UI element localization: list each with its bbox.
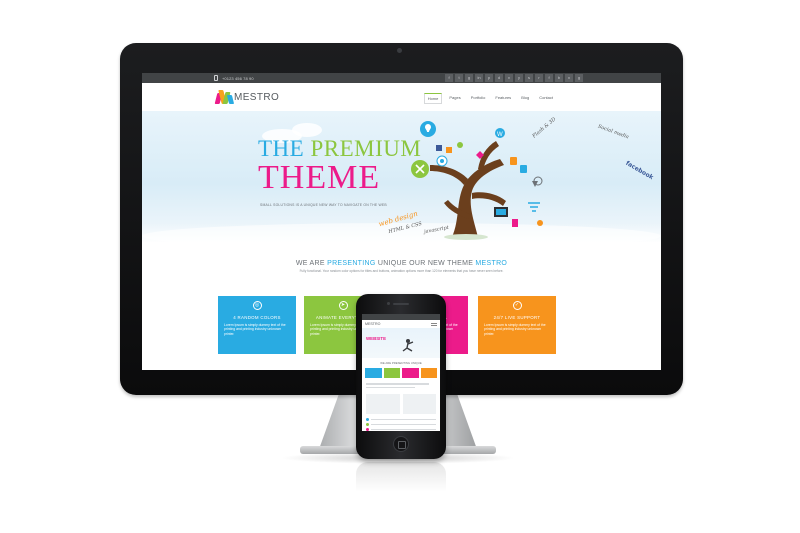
mobile-feature-box[interactable] bbox=[365, 368, 382, 378]
tree-illustration: W bbox=[411, 121, 543, 240]
hero-banner: THE PREMIUM THEME SMALL SOLUTIONS IS A U… bbox=[142, 111, 661, 243]
nav-item-blog[interactable]: Blog bbox=[518, 93, 532, 104]
social-icon[interactable]: s bbox=[525, 74, 533, 82]
social-icon[interactable]: g bbox=[465, 74, 473, 82]
nav-item-home[interactable]: Home bbox=[423, 93, 443, 104]
social-icon[interactable]: f bbox=[545, 74, 553, 82]
iphone-device: MESTRO WEBSITE WE ARE PRESENTING UNIQUE bbox=[356, 294, 446, 459]
logo-text: MESTRO bbox=[234, 91, 280, 103]
intro-prefix: WE ARE bbox=[295, 260, 328, 267]
feature-box-support[interactable]: ✓ 24/7 LIVE SUPPORT Lorem Ipsum is simpl… bbox=[478, 296, 556, 354]
intro-middle: UNIQUE OUR NEW THEME bbox=[375, 260, 476, 267]
mobile-feature-boxes bbox=[362, 365, 440, 381]
mobile-list bbox=[362, 416, 440, 431]
nav-item-pages[interactable]: Pages bbox=[446, 93, 463, 104]
paper-plane-icon: ➤ bbox=[338, 301, 348, 310]
top-bar: +0123 456 78 90 f t g in p d v y s r f b… bbox=[142, 73, 661, 83]
person-illustration-icon bbox=[402, 339, 414, 352]
imac-camera bbox=[397, 48, 402, 53]
mobile-logo[interactable]: MESTRO bbox=[365, 322, 380, 326]
mobile-feature-box[interactable] bbox=[402, 368, 419, 378]
feature-text: Lorem Ipsum is simply dummy text of the … bbox=[484, 323, 546, 336]
social-icon[interactable]: y bbox=[515, 74, 523, 82]
mobile-text-lines bbox=[362, 381, 440, 392]
intro-highlight: PRESENTING bbox=[327, 260, 376, 267]
mobile-navbar: MESTRO bbox=[362, 320, 440, 328]
iphone-reflection bbox=[356, 462, 446, 492]
iphone-speaker bbox=[393, 303, 409, 305]
social-icon[interactable]: d bbox=[495, 74, 503, 82]
social-icon[interactable]: v bbox=[505, 74, 513, 82]
svg-text:W: W bbox=[497, 132, 503, 138]
nav-item-contact[interactable]: Contact bbox=[536, 93, 556, 104]
intro-heading: WE ARE PRESENTING UNIQUE OUR NEW THEME M… bbox=[142, 260, 661, 267]
iphone-home-button[interactable] bbox=[393, 436, 409, 452]
mobile-website-screen: MESTRO WEBSITE WE ARE PRESENTING UNIQUE bbox=[362, 314, 440, 431]
hero-word-the: THE bbox=[258, 136, 305, 161]
phone-icon bbox=[214, 75, 218, 81]
device-mockup: +0123 456 78 90 f t g in p d v y s r f b… bbox=[0, 0, 800, 533]
cloud-decoration bbox=[292, 123, 322, 137]
logo-mark-icon bbox=[214, 90, 235, 104]
social-icon[interactable]: t bbox=[455, 74, 463, 82]
nav-menu: Home Pages Portfolio Features Blog Conta… bbox=[423, 93, 556, 104]
social-links: f t g in p d v y s r f b x g bbox=[445, 74, 583, 82]
social-icon[interactable]: g bbox=[575, 74, 583, 82]
social-icon[interactable]: in bbox=[475, 74, 483, 82]
mobile-content-columns bbox=[362, 392, 440, 416]
check-icon: ✓ bbox=[512, 301, 522, 310]
mobile-hero: WEBSITE bbox=[362, 328, 440, 358]
social-icon[interactable]: x bbox=[565, 74, 573, 82]
site-logo[interactable]: MESTRO bbox=[214, 90, 280, 104]
intro-highlight-brand: MESTRO bbox=[475, 260, 508, 267]
social-icon[interactable]: p bbox=[485, 74, 493, 82]
mobile-feature-box[interactable] bbox=[383, 368, 400, 378]
contact-phone: +0123 456 78 90 bbox=[222, 75, 254, 81]
hamburger-menu-icon[interactable] bbox=[431, 322, 437, 326]
social-icon[interactable]: b bbox=[555, 74, 563, 82]
nav-item-features[interactable]: Features bbox=[492, 93, 514, 104]
globe-icon: ◎ bbox=[252, 301, 262, 310]
feature-text: Lorem Ipsum is simply dummy text of the … bbox=[224, 323, 286, 336]
nav-item-portfolio[interactable]: Portfolio bbox=[468, 93, 489, 104]
social-icon[interactable]: r bbox=[535, 74, 543, 82]
social-icon[interactable]: f bbox=[445, 74, 453, 82]
iphone-camera bbox=[387, 302, 390, 305]
sketch-label-social: Social media bbox=[596, 123, 630, 141]
hero-word-theme: THEME bbox=[258, 159, 381, 196]
feature-box-colors[interactable]: ◎ 4 RANDOM COLORS Lorem Ipsum is simply … bbox=[218, 296, 296, 354]
mobile-feature-box[interactable] bbox=[420, 368, 437, 378]
hero-tagline: SMALL SOLUTIONS IS A UNIQUE NEW WAY TO N… bbox=[260, 203, 387, 207]
sketch-label-facebook: facebook bbox=[624, 159, 655, 182]
intro-subtitle: Fully functional. Your random color opti… bbox=[299, 269, 504, 273]
mobile-hero-title: WEBSITE bbox=[366, 336, 387, 341]
main-navbar: MESTRO Home Pages Portfolio Features Blo… bbox=[142, 83, 661, 111]
